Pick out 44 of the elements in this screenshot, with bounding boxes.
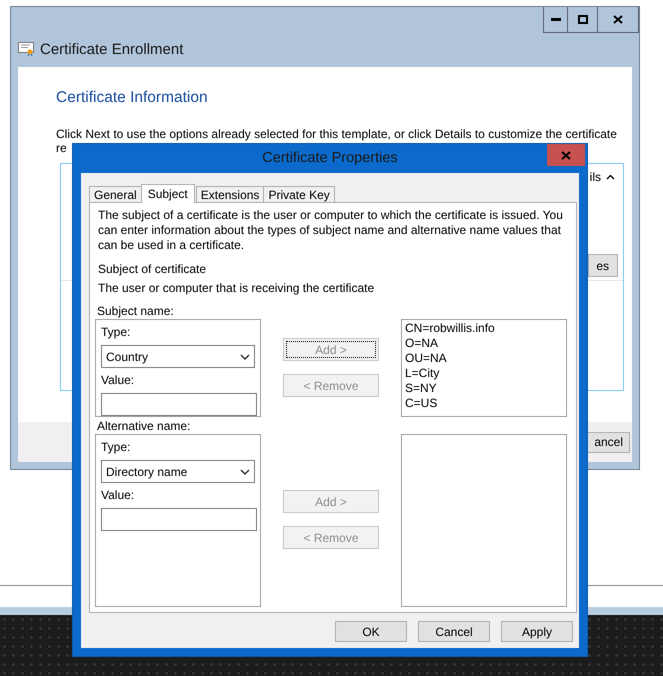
tab[interactable]: Subject [140,184,195,203]
group-label: Alternative name: [96,419,192,433]
dialog-title: Certificate Properties [261,149,399,168]
instruction-text: Click Next to use the options already selected for this template, or click Details to customize the certificate [56,127,618,141]
tab[interactable]: Private Key [263,186,335,202]
list-entry[interactable]: OU=NA [405,351,563,366]
close-icon [613,15,623,24]
field-label: Value: [101,488,136,502]
instruction-text: re [56,141,68,155]
name-list[interactable] [401,434,567,607]
type-dropdown[interactable]: Directory name [101,460,255,483]
chevron-down-icon [240,468,250,474]
field-label: Type: [101,325,132,339]
details-toggle[interactable]: ils [590,170,615,184]
caret-up-icon [606,174,615,180]
chevron-down-icon [240,354,250,360]
maximize-icon [578,15,588,24]
list-entry[interactable]: O=NA [405,336,563,351]
minimize-icon [550,18,560,21]
group-label: Subject name: [96,304,175,318]
close-icon [561,150,571,160]
name-list[interactable]: CN=robwillis.info O=NA OU=NA L=City S=NY C=US [401,319,567,417]
dialog-button[interactable]: OK [335,621,407,642]
description-text: The subject of a certificate is the user or computer to which the certificate is issued. You can enter information about the types of subject name and alternative name values that can be used in a certificate. [97,208,564,253]
field-label: Value: [101,373,136,387]
list-entry[interactable]: S=NY [405,381,563,396]
tab[interactable]: General [89,186,142,202]
type-dropdown[interactable]: Country [101,345,255,368]
value-field[interactable] [101,508,257,531]
list-entry[interactable]: L=City [405,366,563,381]
dialog-button[interactable]: Cancel [418,621,490,642]
list-entry[interactable]: CN=robwillis.info [405,321,563,336]
list-entry[interactable]: C=US [405,396,563,411]
clipped-button[interactable]: ancel [586,432,630,452]
subject-heading: Subject of certificate [97,262,208,277]
certificate-icon [18,42,35,56]
field-label: Type: [101,440,132,454]
dialog-button[interactable]: Apply [501,621,573,642]
clipped-button[interactable]: es [588,254,618,277]
window-title: Certificate Enrollment [40,40,184,58]
section-heading: Certificate Information [56,89,209,107]
value-field[interactable] [101,393,257,416]
subject-subtext: The user or computer that is receiving the certificate [97,281,376,296]
tab[interactable]: Extensions [196,186,264,202]
